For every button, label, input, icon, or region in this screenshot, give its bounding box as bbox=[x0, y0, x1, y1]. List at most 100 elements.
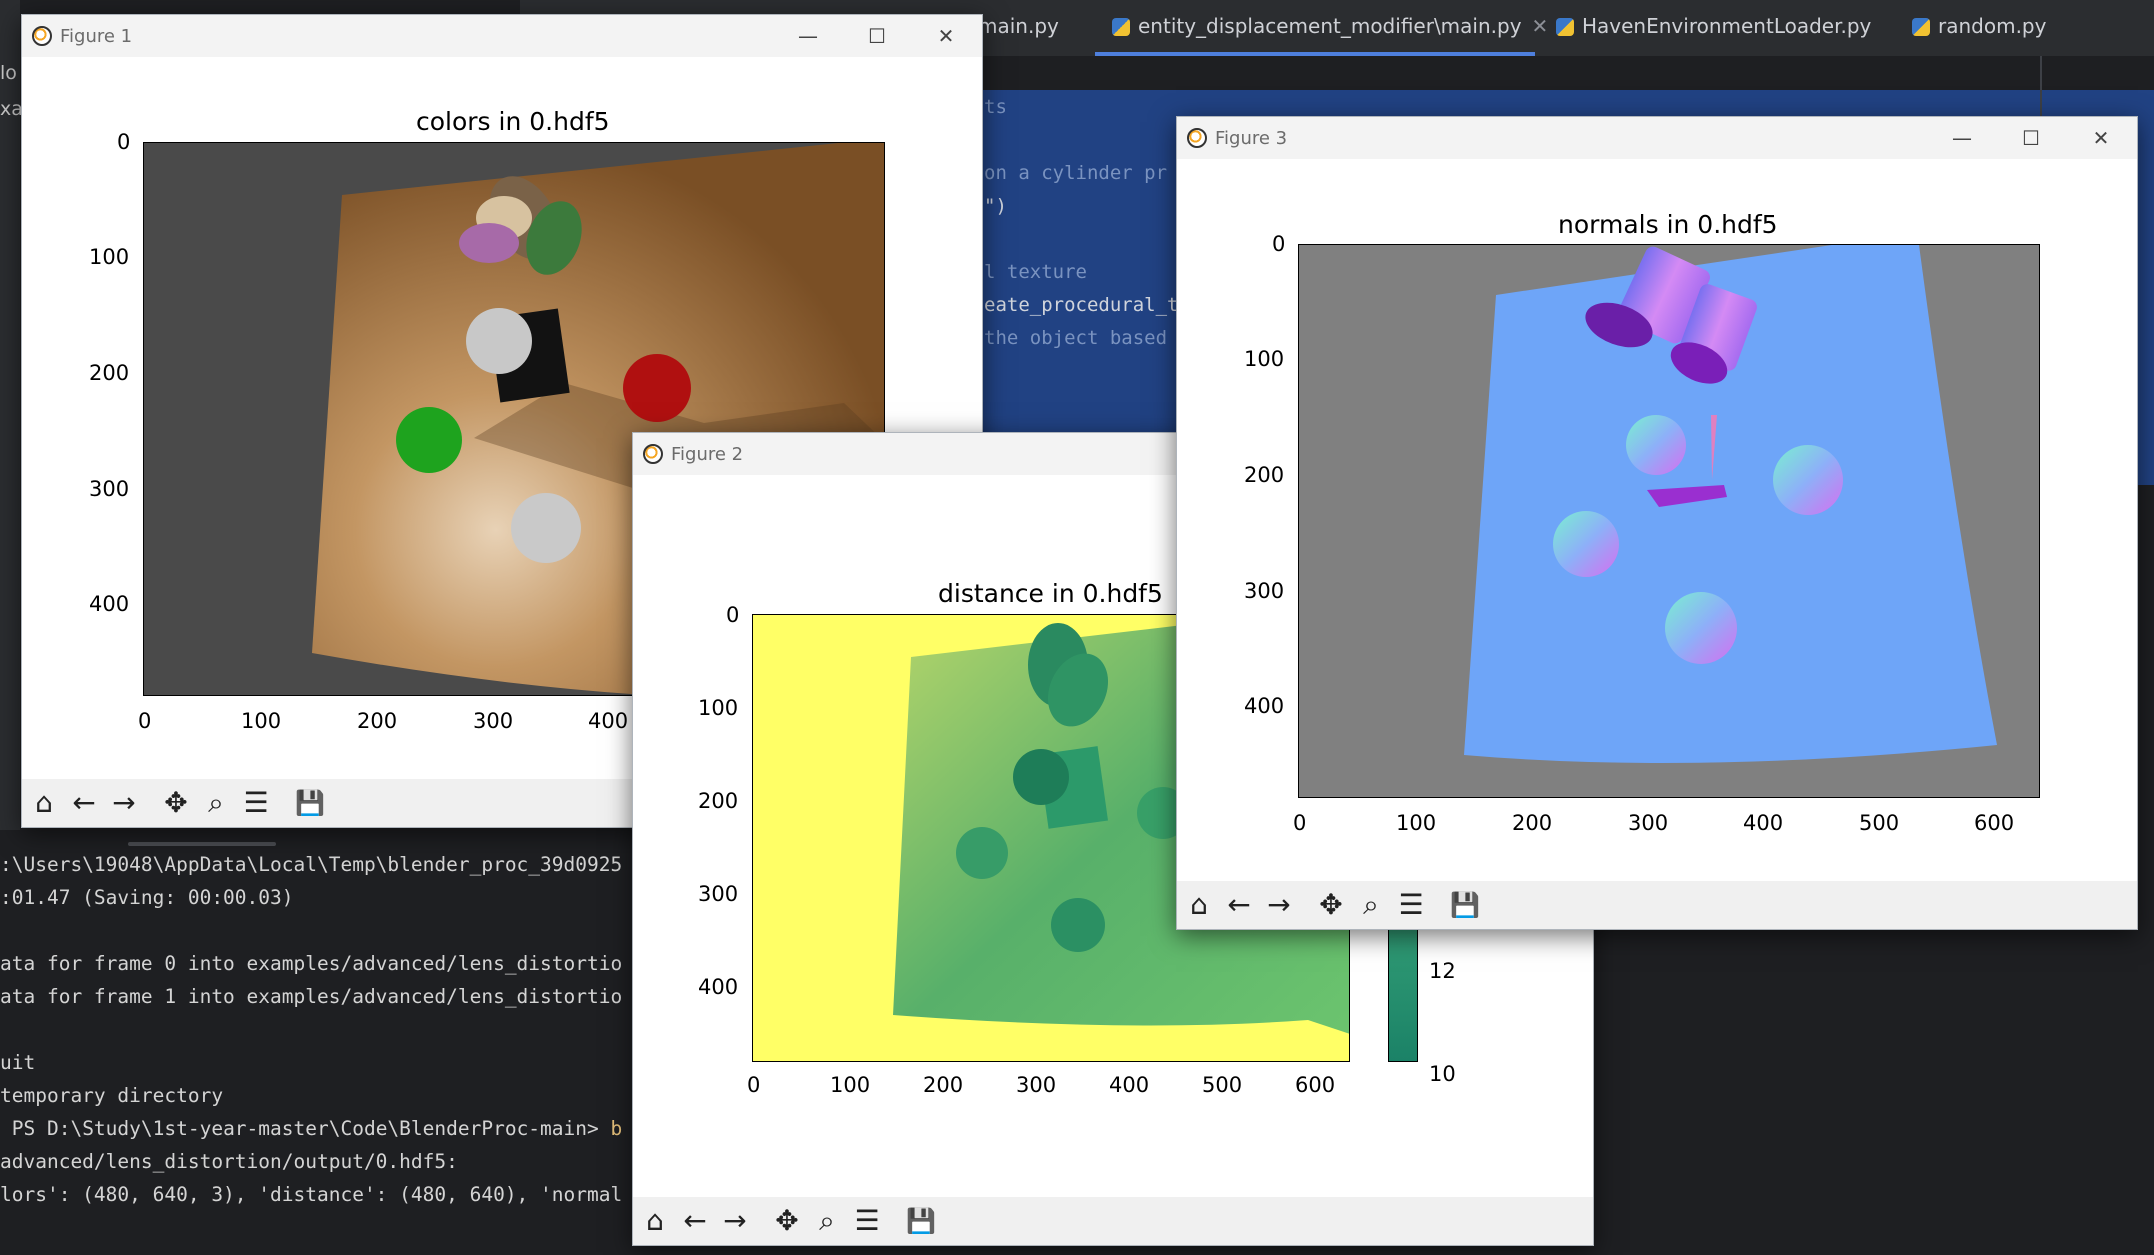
pan-icon[interactable]: ✥ bbox=[769, 1203, 805, 1239]
normals-image[interactable] bbox=[1298, 244, 2040, 798]
terminal-line: :01.47 (Saving: 00:00.03) bbox=[0, 886, 294, 909]
y-tick: 200 bbox=[89, 361, 130, 385]
tab-entity-displacement-main[interactable]: entity_displacement_modifier\main.py ✕ bbox=[1112, 14, 1548, 38]
save-icon[interactable]: 💾 bbox=[1447, 887, 1483, 923]
terminal-line: ata for frame 0 into examples/advanced/l… bbox=[0, 952, 623, 975]
plot-title: distance in 0.hdf5 bbox=[938, 579, 1163, 608]
gutter-text: xa bbox=[0, 98, 23, 120]
normals-render bbox=[1464, 245, 1997, 763]
pan-icon[interactable]: ✥ bbox=[1313, 887, 1349, 923]
gutter-text: lo bbox=[0, 62, 17, 84]
x-tick: 500 bbox=[1859, 811, 1900, 835]
figure-3-window[interactable]: Figure 3 — ☐ ✕ normals in 0.hdf5 0 100 2… bbox=[1176, 116, 2138, 930]
forward-icon[interactable]: → bbox=[717, 1203, 753, 1239]
code-line: the object based bbox=[984, 327, 1168, 349]
terminal-line: advanced/lens_distortion/output/0.hdf5: bbox=[0, 1150, 458, 1173]
plot-title: colors in 0.hdf5 bbox=[416, 107, 610, 136]
close-tab-icon[interactable]: ✕ bbox=[1532, 14, 1549, 38]
code-line: ") bbox=[984, 195, 1007, 217]
tab-label: HavenEnvironmentLoader.py bbox=[1582, 14, 1872, 38]
y-tick: 300 bbox=[1244, 579, 1285, 603]
terminal-line: temporary directory bbox=[0, 1084, 224, 1107]
back-icon[interactable]: ← bbox=[1221, 887, 1257, 923]
x-tick: 400 bbox=[1743, 811, 1784, 835]
x-tick: 500 bbox=[1202, 1073, 1243, 1097]
panel-resize-handle[interactable] bbox=[128, 842, 276, 846]
maximize-button[interactable]: ☐ bbox=[2011, 123, 2051, 153]
x-tick: 300 bbox=[473, 709, 514, 733]
y-tick: 100 bbox=[1244, 347, 1285, 371]
x-tick: 0 bbox=[138, 709, 152, 733]
terminal-line: ata for frame 1 into examples/advanced/l… bbox=[0, 985, 623, 1008]
minimize-button[interactable]: — bbox=[788, 21, 828, 51]
project-tree-gutter: lo xa bbox=[0, 0, 23, 830]
python-file-icon bbox=[1112, 18, 1130, 36]
x-tick: 100 bbox=[830, 1073, 871, 1097]
python-file-icon bbox=[1912, 18, 1930, 36]
save-icon[interactable]: 💾 bbox=[903, 1203, 939, 1239]
x-tick: 200 bbox=[923, 1073, 964, 1097]
navigation-toolbar: ⌂ ← → ✥ ⌕ ☰ 💾 bbox=[1177, 881, 2137, 929]
titlebar[interactable]: Figure 3 — ☐ ✕ bbox=[1177, 117, 2137, 159]
minimize-button[interactable]: — bbox=[1942, 123, 1982, 153]
navigation-toolbar: ⌂ ← → ✥ ⌕ ☰ 💾 bbox=[633, 1197, 1593, 1245]
y-tick: 100 bbox=[698, 696, 739, 720]
close-button[interactable]: ✕ bbox=[926, 21, 966, 51]
y-tick: 0 bbox=[726, 603, 740, 627]
window-title: Figure 2 bbox=[671, 444, 744, 465]
x-tick: 400 bbox=[1109, 1073, 1150, 1097]
y-tick: 200 bbox=[698, 789, 739, 813]
y-tick: 300 bbox=[89, 477, 130, 501]
x-tick: 300 bbox=[1016, 1073, 1057, 1097]
y-tick: 0 bbox=[1272, 232, 1286, 256]
x-tick: 0 bbox=[747, 1073, 761, 1097]
pan-icon[interactable]: ✥ bbox=[158, 785, 194, 821]
tab-main-py[interactable]: main.py bbox=[978, 14, 1059, 38]
y-tick: 400 bbox=[1244, 694, 1285, 718]
tab-random-py[interactable]: random.py bbox=[1912, 14, 2046, 38]
x-tick: 600 bbox=[1295, 1073, 1336, 1097]
x-tick: 600 bbox=[1974, 811, 2015, 835]
code-line: l texture bbox=[984, 261, 1087, 283]
x-tick: 100 bbox=[241, 709, 282, 733]
titlebar[interactable]: Figure 1 — ☐ ✕ bbox=[22, 15, 982, 57]
zoom-icon[interactable]: ⌕ bbox=[198, 785, 234, 821]
home-icon[interactable]: ⌂ bbox=[637, 1203, 673, 1239]
zoom-icon[interactable]: ⌕ bbox=[1353, 887, 1389, 923]
editor-area[interactable] bbox=[960, 56, 2154, 90]
y-tick: 200 bbox=[1244, 463, 1285, 487]
terminal-line: :\Users\19048\AppData\Local\Temp\blender… bbox=[0, 853, 623, 876]
y-tick: 0 bbox=[117, 130, 131, 154]
tab-label: entity_displacement_modifier\main.py bbox=[1138, 14, 1522, 38]
y-tick: 400 bbox=[89, 592, 130, 616]
back-icon[interactable]: ← bbox=[66, 785, 102, 821]
tab-haven-environment-loader[interactable]: HavenEnvironmentLoader.py bbox=[1556, 14, 1871, 38]
back-icon[interactable]: ← bbox=[677, 1203, 713, 1239]
configure-subplots-icon[interactable]: ☰ bbox=[238, 785, 274, 821]
code-line: on a cylinder pr bbox=[984, 162, 1168, 184]
tab-label: random.py bbox=[1938, 14, 2047, 38]
window-title: Figure 1 bbox=[60, 26, 133, 47]
x-tick: 200 bbox=[1512, 811, 1553, 835]
python-file-icon bbox=[1556, 18, 1574, 36]
plot-title: normals in 0.hdf5 bbox=[1558, 210, 1778, 239]
terminal-line: lors': (480, 640, 3), 'distance': (480, … bbox=[0, 1183, 623, 1206]
configure-subplots-icon[interactable]: ☰ bbox=[849, 1203, 885, 1239]
home-icon[interactable]: ⌂ bbox=[26, 785, 62, 821]
save-icon[interactable]: 💾 bbox=[292, 785, 328, 821]
x-tick: 100 bbox=[1396, 811, 1437, 835]
zoom-icon[interactable]: ⌕ bbox=[809, 1203, 845, 1239]
code-line: eate_procedural_t bbox=[984, 294, 1179, 316]
tab-label: main.py bbox=[978, 14, 1059, 38]
y-tick: 300 bbox=[698, 882, 739, 906]
close-button[interactable]: ✕ bbox=[2081, 123, 2121, 153]
configure-subplots-icon[interactable]: ☰ bbox=[1393, 887, 1429, 923]
forward-icon[interactable]: → bbox=[1261, 887, 1297, 923]
matplotlib-icon bbox=[1187, 128, 1207, 148]
maximize-button[interactable]: ☐ bbox=[857, 21, 897, 51]
x-tick: 200 bbox=[357, 709, 398, 733]
x-tick: 300 bbox=[1628, 811, 1669, 835]
colorbar-tick: 10 bbox=[1429, 1062, 1456, 1086]
home-icon[interactable]: ⌂ bbox=[1181, 887, 1217, 923]
forward-icon[interactable]: → bbox=[106, 785, 142, 821]
